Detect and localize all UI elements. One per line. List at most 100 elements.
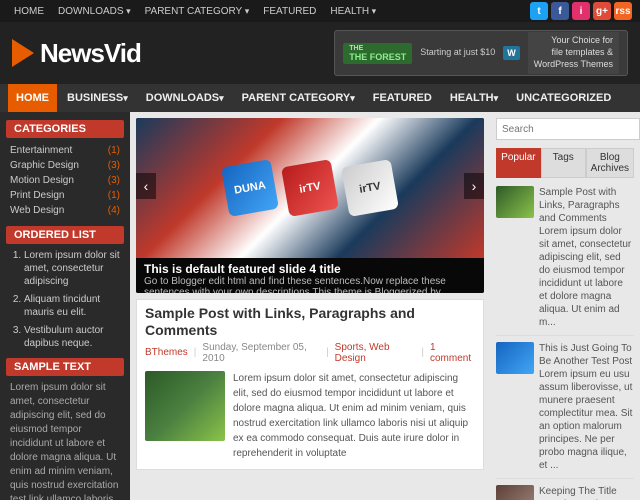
post-comments[interactable]: 1 comment bbox=[430, 342, 475, 364]
banner-right-2: file templates & bbox=[551, 47, 613, 57]
cat-print-design[interactable]: Print Design (1) bbox=[6, 188, 124, 203]
cat-entertainment-label: Entertainment bbox=[10, 145, 72, 156]
top-nav: HOME DOWNLOADS PARENT CATEGORY FEATURED … bbox=[0, 0, 640, 22]
popular-post-1-thumb bbox=[496, 186, 534, 218]
top-nav-parent-category[interactable]: PARENT CATEGORY bbox=[139, 4, 256, 19]
main-nav: HOME BUSINESS DOWNLOADS PARENT CATEGORY … bbox=[0, 84, 640, 112]
ordered-list: Lorem ipsum dolor sit amet, consectetur … bbox=[6, 249, 124, 350]
forest-the: THE bbox=[349, 45, 406, 52]
twitter-icon[interactable]: t bbox=[530, 2, 548, 20]
logo-text: NewsVid bbox=[40, 38, 141, 69]
featured-post-body: Lorem ipsum dolor sit amet, consectetur … bbox=[137, 371, 483, 469]
logo-play-icon bbox=[12, 39, 34, 67]
cat-web-count: (4) bbox=[108, 205, 120, 216]
tab-blog-archives[interactable]: Blog Archives bbox=[586, 148, 634, 178]
right-tabs: Popular Tags Blog Archives bbox=[496, 148, 634, 178]
cube-white: irTV bbox=[341, 159, 399, 217]
slider-prev-button[interactable]: ‹ bbox=[136, 173, 156, 199]
list-item-3: Vestibulum auctor dapibus neque. bbox=[24, 324, 120, 350]
header-banner: THE THE FOREST Starting at just $10 W Yo… bbox=[334, 30, 628, 76]
facebook-icon[interactable]: f bbox=[551, 2, 569, 20]
nav-parent-category[interactable]: PARENT CATEGORY bbox=[234, 84, 363, 112]
slider-next-button[interactable]: › bbox=[464, 173, 484, 199]
social-icons: t f i g+ rss bbox=[530, 2, 632, 20]
main-content: DUNA irTV irTV ‹ › This is default featu… bbox=[130, 112, 490, 500]
slider-caption-desc: Go to Blogger edit html and find these s… bbox=[144, 276, 476, 293]
forest-logo: THE THE FOREST bbox=[343, 43, 412, 64]
popular-post-2: This is Just Going To Be Another Test Po… bbox=[496, 342, 634, 479]
list-item-2: Aliquam tincidunt mauris eu elit. bbox=[24, 293, 120, 319]
search-input[interactable] bbox=[496, 118, 640, 140]
featured-post-thumbnail bbox=[145, 371, 225, 441]
post-meta: BThemes | Sunday, September 05, 2010 | S… bbox=[145, 342, 475, 364]
popular-post-3-thumb bbox=[496, 485, 534, 500]
slider-cubes: DUNA irTV irTV bbox=[225, 163, 395, 213]
slider-caption: This is default featured slide 4 title G… bbox=[136, 258, 484, 293]
nav-home[interactable]: HOME bbox=[8, 84, 57, 112]
categories-title: CATEGORIES bbox=[6, 120, 124, 138]
nav-health[interactable]: HEALTH bbox=[442, 84, 506, 112]
nav-featured[interactable]: FEATURED bbox=[365, 84, 440, 112]
popular-post-3-text: Keeping The Title Length Equal For Home … bbox=[539, 485, 634, 500]
cat-print-count: (1) bbox=[108, 190, 120, 201]
top-nav-downloads[interactable]: DOWNLOADS bbox=[52, 4, 137, 19]
top-nav-featured[interactable]: FEATURED bbox=[257, 4, 322, 19]
cat-motion-label: Motion Design bbox=[10, 175, 74, 186]
banner-desc: Starting at just $10 bbox=[420, 47, 495, 57]
nav-downloads[interactable]: DOWNLOADS bbox=[138, 84, 232, 112]
featured-post-header: Sample Post with Links, Paragraphs and C… bbox=[137, 300, 483, 371]
popular-post-2-text: This is Just Going To Be Another Test Po… bbox=[539, 342, 634, 472]
list-item-1: Lorem ipsum dolor sit amet, consectetur … bbox=[24, 249, 120, 288]
banner-right-text: Your Choice for file templates & WordPre… bbox=[528, 32, 619, 73]
logo: NewsVid bbox=[12, 38, 141, 69]
post-author[interactable]: BThemes bbox=[145, 347, 188, 358]
tab-popular[interactable]: Popular bbox=[496, 148, 541, 178]
cat-print-label: Print Design bbox=[10, 190, 64, 201]
top-nav-health[interactable]: HEALTH bbox=[324, 4, 382, 19]
left-sidebar: CATEGORIES Entertainment (1) Graphic Des… bbox=[0, 112, 130, 500]
featured-post: Sample Post with Links, Paragraphs and C… bbox=[136, 299, 484, 470]
post-categories[interactable]: Sports, Web Design bbox=[335, 342, 416, 364]
sample-text-content: Lorem ipsum dolor sit amet, consectetur … bbox=[6, 381, 124, 500]
cat-web-label: Web Design bbox=[10, 205, 64, 216]
cat-entertainment[interactable]: Entertainment (1) bbox=[6, 143, 124, 158]
cat-graphic-design[interactable]: Graphic Design (3) bbox=[6, 158, 124, 173]
banner-wp-icon: W bbox=[503, 46, 520, 60]
popular-post-1-text: Sample Post with Links, Paragraphs and C… bbox=[539, 186, 634, 329]
popular-post-2-thumb bbox=[496, 342, 534, 374]
rss-icon[interactable]: rss bbox=[614, 2, 632, 20]
nav-uncategorized[interactable]: UNCATEGORIZED bbox=[508, 84, 619, 112]
cat-motion-count: (3) bbox=[108, 175, 120, 186]
slider-caption-title: This is default featured slide 4 title bbox=[144, 262, 476, 276]
header: NewsVid THE THE FOREST Starting at just … bbox=[0, 22, 640, 84]
tab-tags[interactable]: Tags bbox=[541, 148, 586, 178]
featured-post-title[interactable]: Sample Post with Links, Paragraphs and C… bbox=[145, 305, 475, 339]
ordered-list-title: ORDERED LIST bbox=[6, 226, 124, 244]
cat-motion-design[interactable]: Motion Design (3) bbox=[6, 173, 124, 188]
cat-entertainment-count: (1) bbox=[108, 145, 120, 156]
featured-slider: DUNA irTV irTV ‹ › This is default featu… bbox=[136, 118, 484, 293]
post-date: Sunday, September 05, 2010 bbox=[202, 342, 320, 364]
banner-text: Starting at just $10 bbox=[420, 47, 495, 59]
cube-red: irTV bbox=[281, 159, 339, 217]
search-box: Go bbox=[496, 118, 634, 140]
nav-business[interactable]: BUSINESS bbox=[59, 84, 136, 112]
cat-graphic-label: Graphic Design bbox=[10, 160, 79, 171]
cat-graphic-count: (3) bbox=[108, 160, 120, 171]
featured-post-text: Lorem ipsum dolor sit amet, consectetur … bbox=[233, 371, 475, 461]
forest-name: THE FOREST bbox=[349, 52, 406, 62]
instagram-icon[interactable]: i bbox=[572, 2, 590, 20]
top-nav-home[interactable]: HOME bbox=[8, 4, 50, 19]
content-area: CATEGORIES Entertainment (1) Graphic Des… bbox=[0, 112, 640, 500]
banner-right-1: Your Choice for bbox=[551, 35, 613, 45]
popular-post-3: Keeping The Title Length Equal For Home … bbox=[496, 485, 634, 500]
googleplus-icon[interactable]: g+ bbox=[593, 2, 611, 20]
slider-image: DUNA irTV irTV bbox=[136, 118, 484, 258]
right-sidebar: Go Popular Tags Blog Archives Sample Pos… bbox=[490, 112, 640, 500]
cat-web-design[interactable]: Web Design (4) bbox=[6, 203, 124, 218]
cube-blue: DUNA bbox=[221, 159, 279, 217]
top-nav-links: HOME DOWNLOADS PARENT CATEGORY FEATURED … bbox=[8, 4, 382, 19]
popular-post-1: Sample Post with Links, Paragraphs and C… bbox=[496, 186, 634, 336]
sample-text-title: SAMPLE TEXT bbox=[6, 358, 124, 376]
banner-right-3: WordPress Themes bbox=[534, 59, 613, 69]
